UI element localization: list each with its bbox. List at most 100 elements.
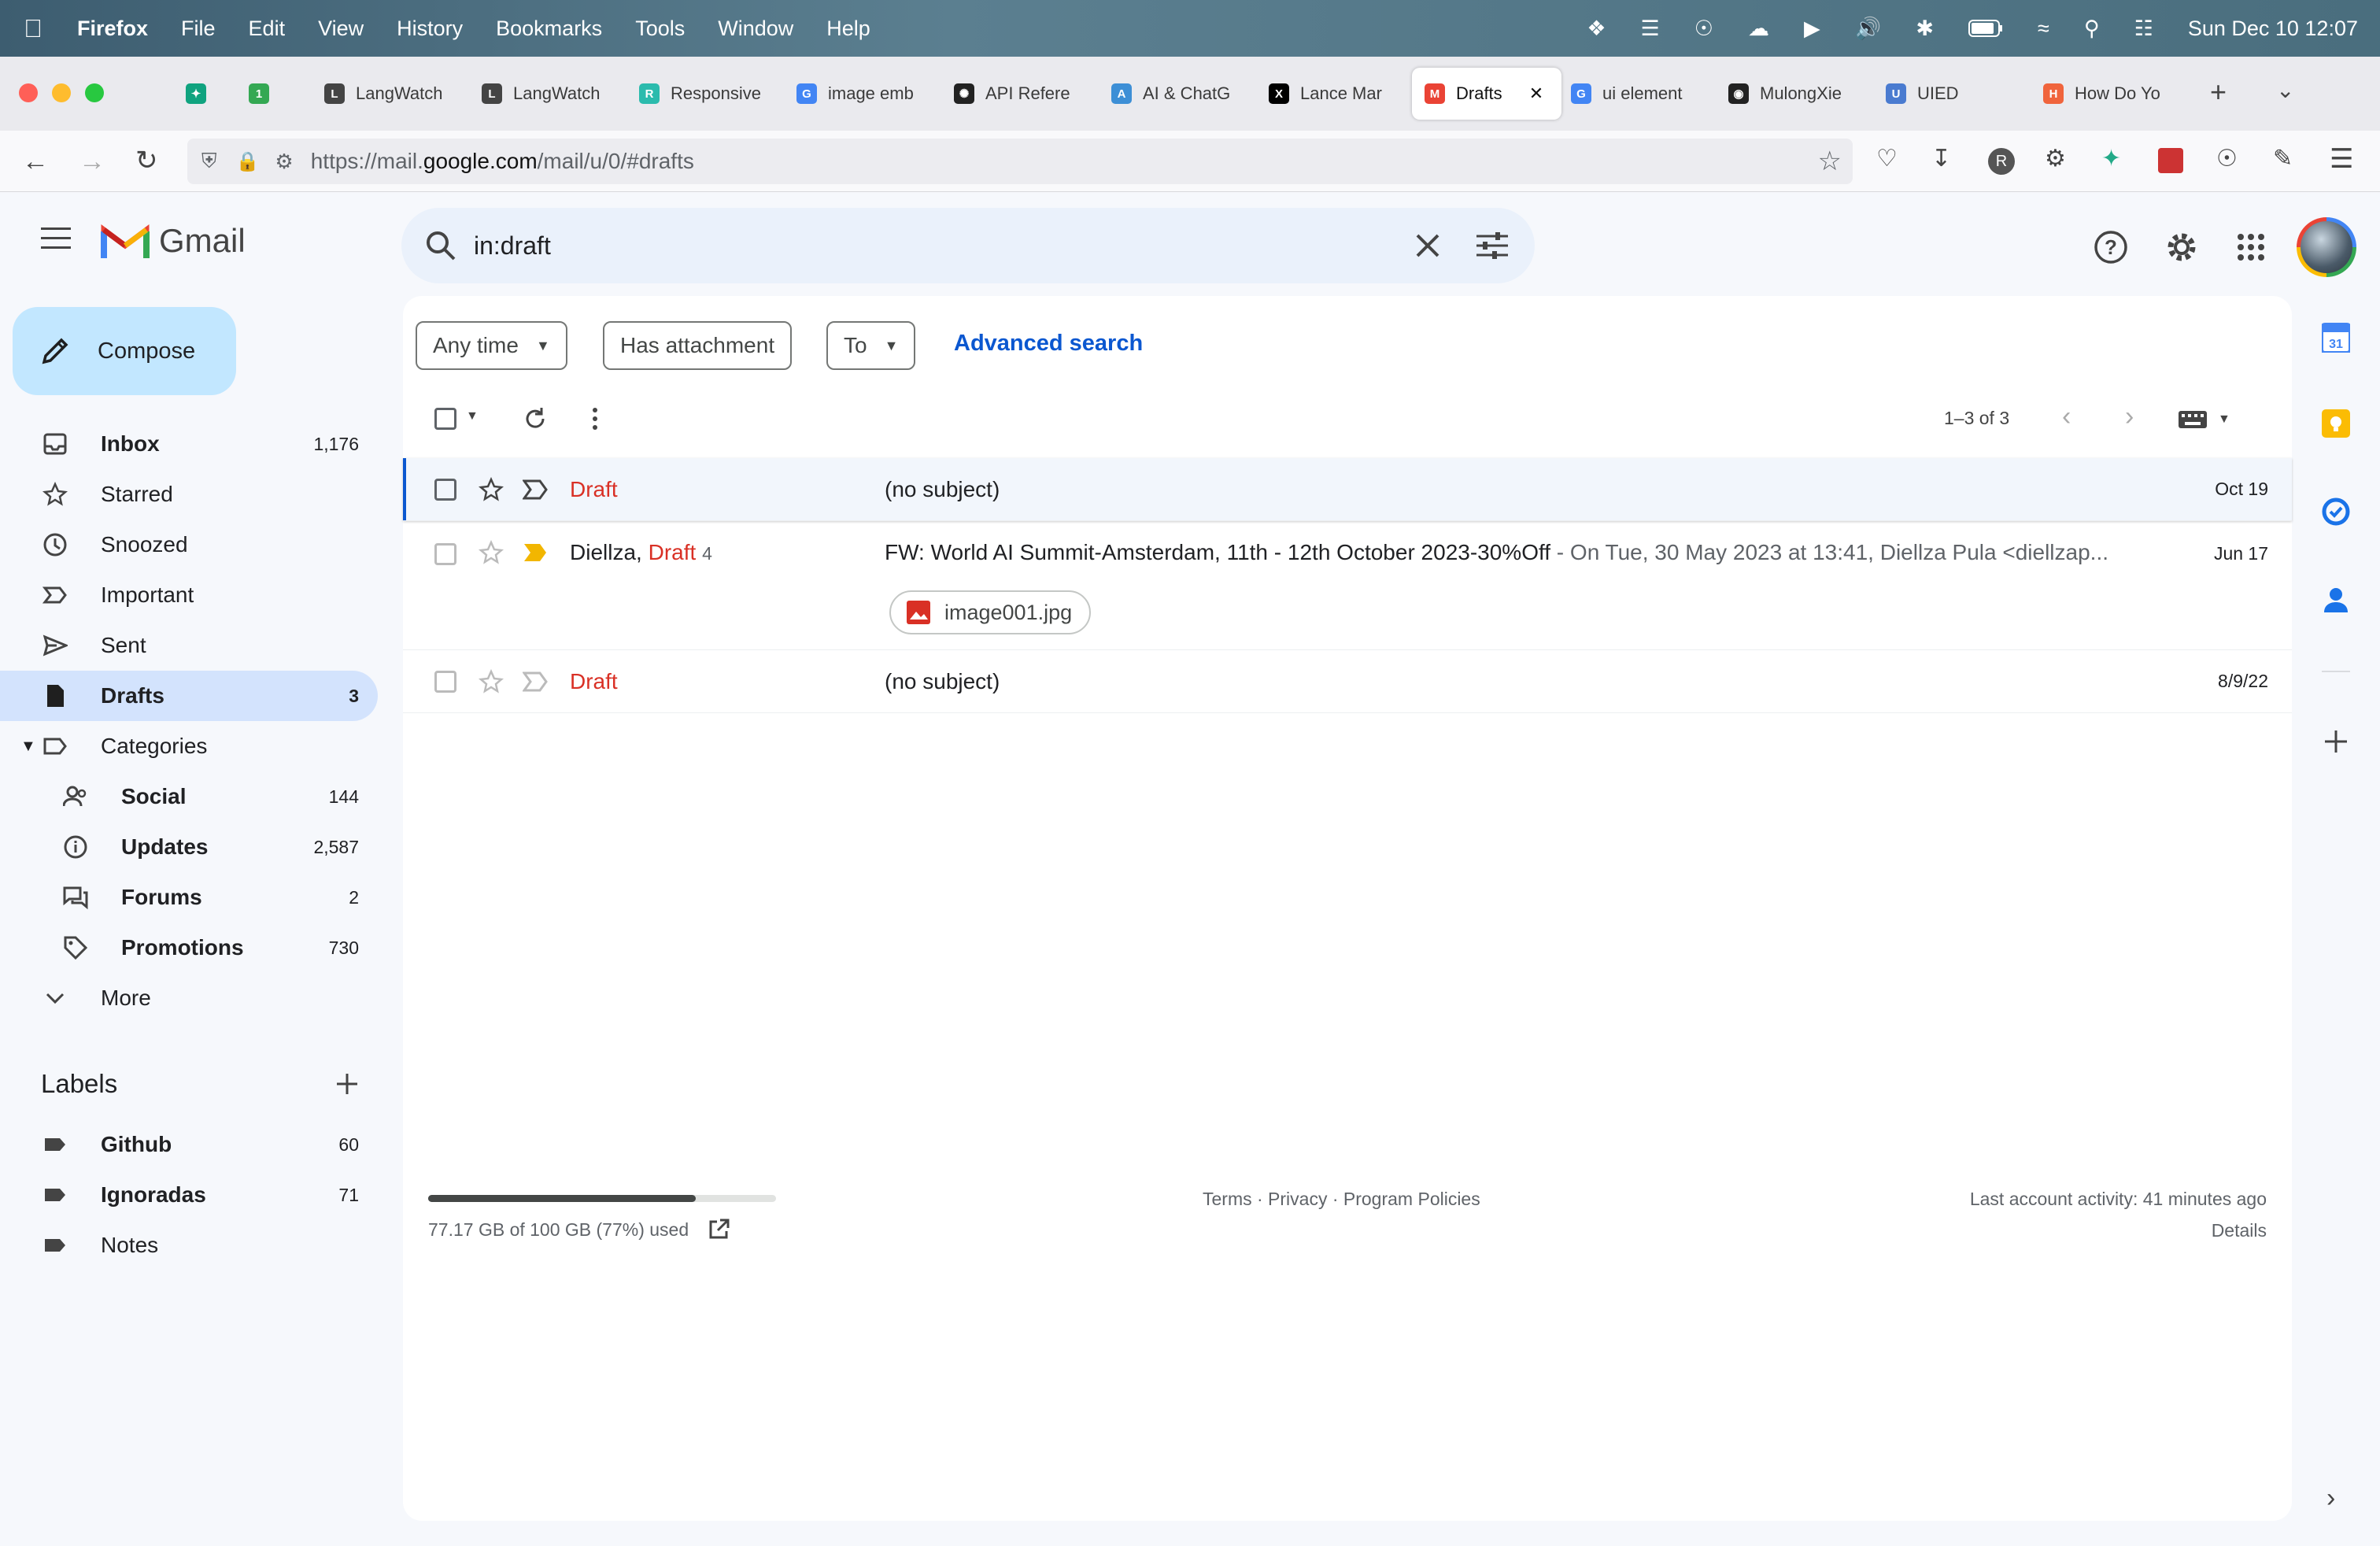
new-tab-icon[interactable]: + <box>2210 76 2227 109</box>
shield-icon[interactable]: ⛨ <box>201 149 217 174</box>
footer-policy-links[interactable]: Terms · Privacy · Program Policies <box>1203 1189 1480 1210</box>
important-marker-icon[interactable] <box>523 542 549 564</box>
wifi-icon[interactable]: ≈ <box>2038 17 2049 41</box>
compose-button[interactable]: Compose <box>13 307 236 395</box>
browser-tab[interactable]: L LangWatch <box>324 68 466 120</box>
more-vert-icon[interactable] <box>590 406 600 431</box>
menu-history[interactable]: History <box>397 17 463 41</box>
select-dropdown-icon[interactable]: ▼ <box>466 409 479 423</box>
filter-any-time-chip[interactable]: Any time ▼ <box>416 321 567 370</box>
filter-to-chip[interactable]: To ▼ <box>826 321 916 370</box>
gmail-logo[interactable]: Gmail <box>101 222 246 260</box>
sidebar-item-inbox[interactable]: Inbox 1,176 <box>0 419 378 469</box>
browser-tab[interactable]: Gimage emb <box>796 68 938 120</box>
sidebar-item-snoozed[interactable]: Snoozed <box>0 520 378 570</box>
row-checkbox[interactable] <box>434 543 456 565</box>
input-tools-toggle[interactable]: ▼ <box>2179 411 2230 428</box>
sidebar-item-more[interactable]: More <box>0 973 378 1023</box>
details-link[interactable]: Details <box>2212 1220 2267 1241</box>
email-row[interactable]: Draft (no subject) Oct 19 <box>403 458 2292 521</box>
menu-file[interactable]: File <box>181 17 216 41</box>
reload-icon[interactable]: ↻ <box>135 145 158 176</box>
address-bar[interactable]: ⛨ 🔒 ⚙ https://mail.google.com/mail/u/0/#… <box>187 139 1853 184</box>
battery-icon[interactable] <box>1968 20 2003 37</box>
dropbox-icon[interactable]: ❖ <box>1587 17 1606 41</box>
layers-icon[interactable]: ☰ <box>1641 17 1660 41</box>
sidebar-item-promotions[interactable]: Promotions 730 <box>0 923 378 973</box>
show-side-panel-chevron-icon[interactable]: › <box>2326 1483 2335 1514</box>
older-page-icon[interactable]: › <box>2125 401 2134 432</box>
help-icon[interactable]: ? <box>2094 230 2128 264</box>
minimize-window-icon[interactable] <box>52 83 71 102</box>
contacts-icon[interactable] <box>2322 586 2350 614</box>
clock-datetime[interactable]: Sun Dec 10 12:07 <box>2188 17 2358 41</box>
volume-icon[interactable]: 🔊 <box>1855 16 1882 41</box>
important-marker-icon[interactable] <box>523 479 549 501</box>
menu-view[interactable]: View <box>318 17 364 41</box>
browser-tab[interactable]: A AI & ChatG <box>1111 68 1253 120</box>
star-icon[interactable] <box>479 668 504 694</box>
browser-tab[interactable]: R Responsive <box>639 68 781 120</box>
email-row[interactable]: Diellza, Draft 4 FW: World AI Summit-Ams… <box>403 521 2292 650</box>
add-addon-icon[interactable] <box>2322 727 2350 756</box>
search-bar[interactable]: in:draft <box>401 208 1535 283</box>
downloads-icon[interactable]: ↧ <box>1931 145 1951 172</box>
password-icon[interactable]: ☉ <box>1694 17 1713 41</box>
forward-arrow-icon[interactable]: → <box>79 146 105 177</box>
browser-tab[interactable]: ◉ MulongXie <box>1728 68 1870 120</box>
select-all-checkbox[interactable] <box>434 408 456 430</box>
browser-tab[interactable]: 1 <box>249 68 296 120</box>
cloud-icon[interactable]: ☁ <box>1748 17 1769 41</box>
browser-tab[interactable]: U UIED <box>1886 68 2027 120</box>
sidebar-item-updates[interactable]: Updates 2,587 <box>0 822 378 872</box>
extension-bell-icon[interactable]: ⚙ <box>2045 145 2066 172</box>
sidebar-item-sent[interactable]: Sent <box>0 620 378 671</box>
pocket-icon[interactable]: ♡ <box>1876 145 1898 172</box>
menu-bookmarks[interactable]: Bookmarks <box>496 17 602 41</box>
important-marker-icon[interactable] <box>523 671 549 693</box>
sidebar-item-categories[interactable]: ▼ Categories <box>0 721 378 771</box>
back-arrow-icon[interactable]: ← <box>22 146 49 177</box>
bookmark-star-icon[interactable]: ☆ <box>1818 146 1842 177</box>
tab-list-chevron-icon[interactable]: ⌄ <box>2276 77 2294 103</box>
settings-gear-icon[interactable] <box>2163 228 2201 266</box>
bluetooth-icon[interactable]: ✱ <box>1916 17 1934 41</box>
extension-red-icon[interactable] <box>2158 148 2183 173</box>
sidebar-item-forums[interactable]: Forums 2 <box>0 872 378 923</box>
menu-edit[interactable]: Edit <box>249 17 286 41</box>
open-external-icon[interactable] <box>708 1219 730 1241</box>
sidebar-item-social[interactable]: Social 144 <box>0 771 378 822</box>
close-tab-icon[interactable]: ✕ <box>1529 83 1543 104</box>
add-label-icon[interactable] <box>335 1072 359 1096</box>
search-icon[interactable] <box>425 230 456 261</box>
browser-tab[interactable]: ✦ <box>186 68 233 120</box>
control-center-icon[interactable]: ☷ <box>2134 17 2153 41</box>
profile-extension-icon[interactable]: R <box>1988 148 2015 175</box>
search-input[interactable]: in:draft <box>474 231 551 261</box>
row-checkbox[interactable] <box>434 670 456 693</box>
row-checkbox[interactable] <box>434 478 456 501</box>
sidebar-item-important[interactable]: Important <box>0 570 378 620</box>
extension-puzzle-icon[interactable]: ✦ <box>2101 145 2121 172</box>
browser-tab[interactable]: ✺ API Refere <box>954 68 1096 120</box>
sidebar-label-ignoradas[interactable]: Ignoradas 71 <box>0 1170 378 1220</box>
sidebar-label-notes[interactable]: Notes <box>0 1220 378 1270</box>
star-icon[interactable] <box>479 476 504 502</box>
spotlight-icon[interactable]: ⚲ <box>2084 17 2100 41</box>
browser-tab[interactable]: H How Do Yo <box>2043 68 2185 120</box>
apple-icon[interactable]:  <box>24 14 42 43</box>
tasks-icon[interactable] <box>2322 497 2350 526</box>
browser-tab[interactable]: L LangWatch <box>482 68 623 120</box>
email-row[interactable]: Draft (no subject) 8/9/22 <box>403 650 2292 713</box>
menu-window[interactable]: Window <box>718 17 793 41</box>
zoom-window-icon[interactable] <box>85 83 104 102</box>
advanced-search-link[interactable]: Advanced search <box>954 331 1143 357</box>
sidebar-item-drafts[interactable]: Drafts 3 <box>0 671 378 721</box>
sidebar-label-github[interactable]: Github 60 <box>0 1119 378 1170</box>
extension-password-icon[interactable]: ☉ <box>2216 145 2238 172</box>
app-menu-icon[interactable]: ☰ <box>2330 143 2353 175</box>
search-options-icon[interactable] <box>1476 231 1508 260</box>
clear-search-icon[interactable] <box>1415 233 1440 258</box>
apps-grid-icon[interactable] <box>2237 233 2265 261</box>
menu-tools[interactable]: Tools <box>635 17 685 41</box>
